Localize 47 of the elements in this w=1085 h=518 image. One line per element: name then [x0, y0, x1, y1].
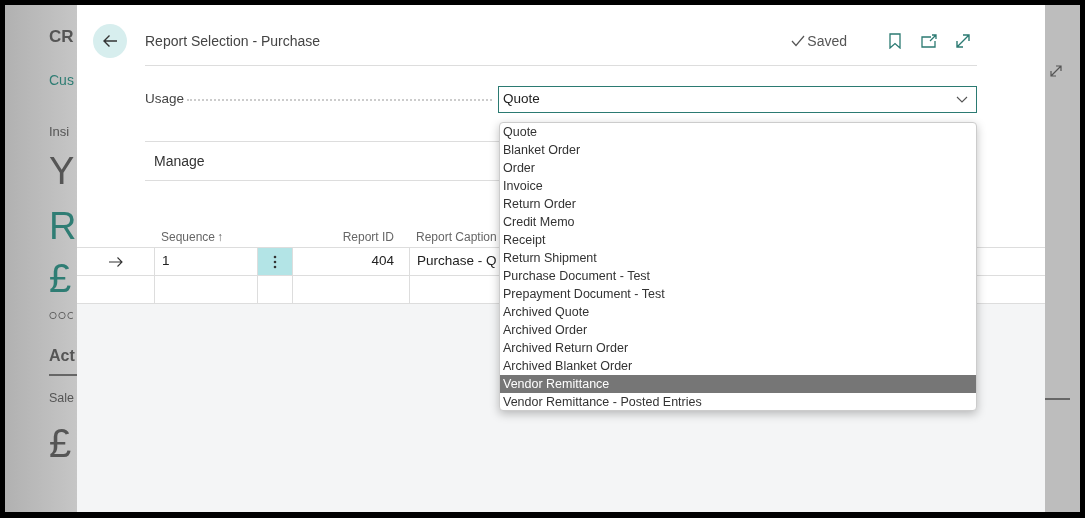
check-icon: [791, 35, 806, 47]
dropdown-option[interactable]: Archived Return Order: [500, 339, 976, 357]
back-arrow-icon: [102, 34, 118, 48]
dropdown-option[interactable]: Vendor Remittance - Posted Entries: [500, 393, 976, 410]
open-window-icon: [921, 34, 937, 48]
page-title: CR: [49, 26, 74, 48]
expand-icon: [955, 33, 971, 49]
chevron-down-icon: [956, 95, 968, 103]
dropdown-option[interactable]: Archived Quote: [500, 303, 976, 321]
section-label: Insi: [49, 122, 70, 141]
dropdown-option[interactable]: Order: [500, 159, 976, 177]
dropdown-option[interactable]: Return Shipment: [500, 249, 976, 267]
bookmark-icon: [889, 33, 901, 49]
usage-dropdown[interactable]: Quote: [498, 85, 977, 113]
dropdown-option[interactable]: Quote: [500, 123, 976, 141]
dropdown-option[interactable]: Credit Memo: [500, 213, 976, 231]
row-arrow-icon: [108, 256, 123, 267]
sales-amount: £: [49, 419, 72, 467]
table-cell-text: 1: [162, 252, 170, 271]
dropdown-option[interactable]: Blanket Order: [500, 141, 976, 159]
dropdown-option[interactable]: Vendor Remittance: [500, 375, 976, 393]
expand-icon[interactable]: [1049, 64, 1063, 78]
dropdown-option[interactable]: Return Order: [500, 195, 976, 213]
table-cell-text: 404: [371, 252, 394, 271]
save-status: Saved: [807, 31, 847, 51]
amount-text: £: [49, 255, 72, 302]
dropdown-option[interactable]: Purchase Document - Test: [500, 267, 976, 285]
headline-text: Y: [49, 149, 75, 194]
sort-arrow-icon[interactable]: ↑: [217, 228, 224, 246]
sales-label: Sale: [49, 390, 75, 407]
column-header[interactable]: Report ID: [342, 230, 394, 244]
dropdown-option[interactable]: Receipt: [500, 231, 976, 249]
dropdown-option[interactable]: Archived Order: [500, 321, 976, 339]
table-cell-text: Purchase - Q: [417, 252, 497, 271]
metric-text: R: [49, 204, 77, 249]
dropdown-option[interactable]: Prepayment Document - Test: [500, 285, 976, 303]
back-button[interactable]: [93, 24, 127, 58]
manage-menu[interactable]: Manage: [154, 150, 205, 172]
more-options-icon[interactable]: [273, 254, 277, 269]
column-header[interactable]: Report Caption: [416, 230, 497, 244]
dropdown-option[interactable]: Archived Blanket Order: [500, 357, 976, 375]
column-header[interactable]: Sequence: [161, 228, 216, 246]
section-heading: Act: [49, 346, 75, 366]
dialog-title: Report Selection - Purchase: [145, 31, 321, 51]
field-label: Usage: [145, 89, 185, 108]
pager-dots-icon[interactable]: [49, 311, 73, 320]
dropdown-option[interactable]: Invoice: [500, 177, 976, 195]
